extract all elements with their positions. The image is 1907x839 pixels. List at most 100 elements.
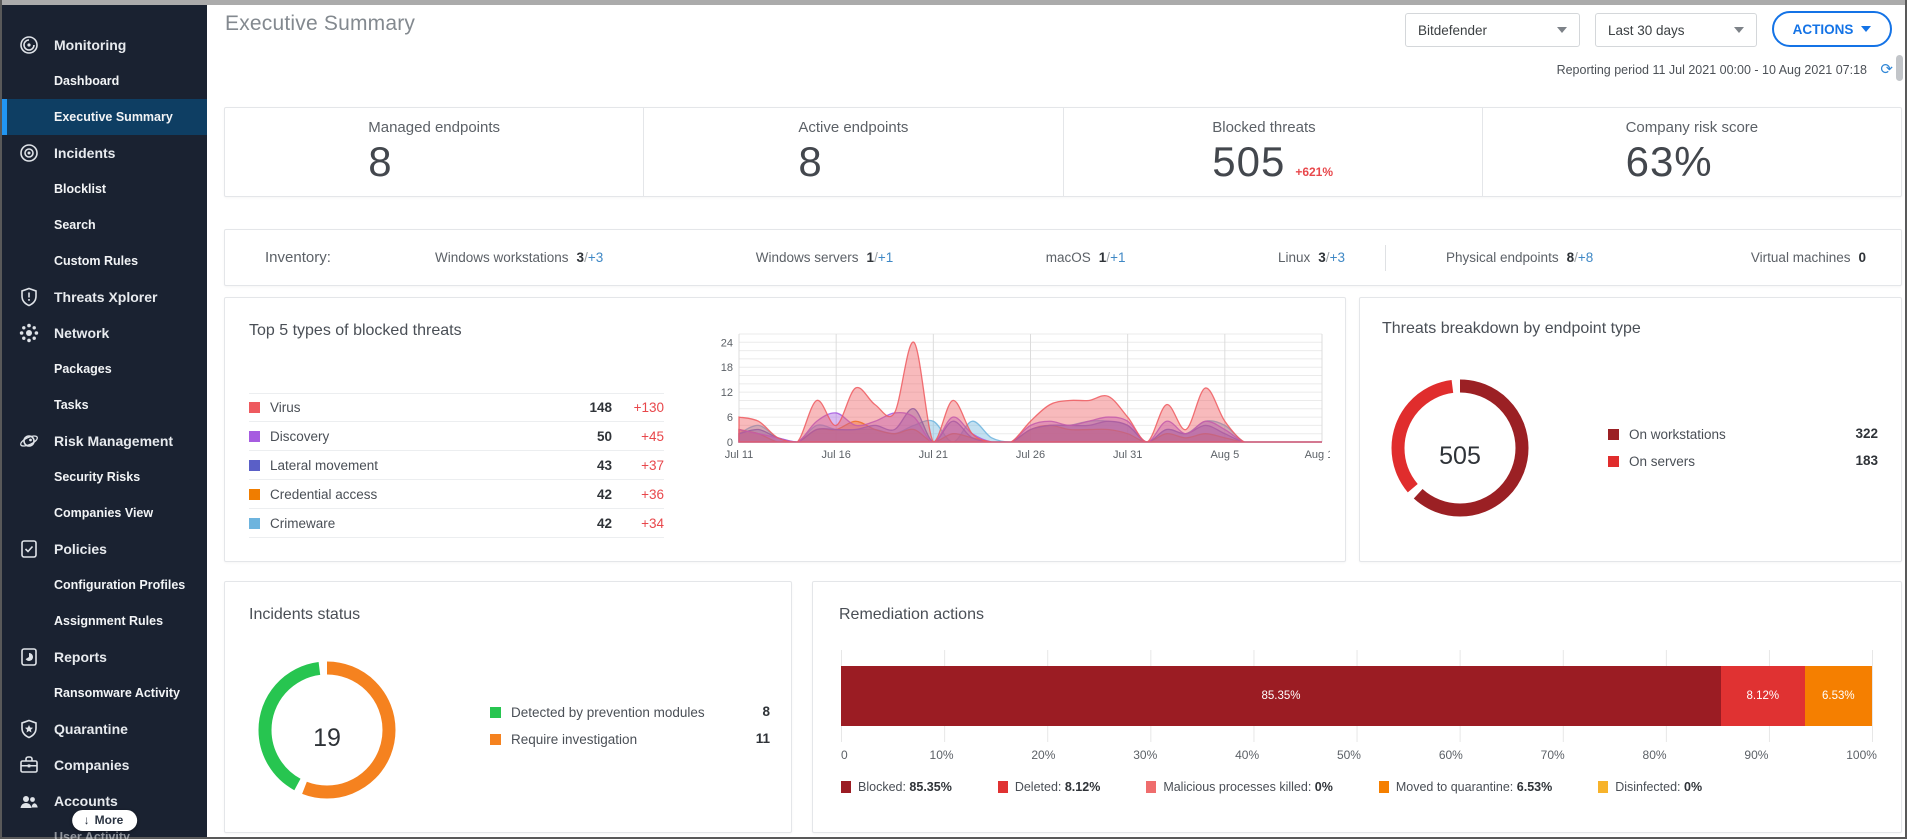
- threats-xplorer-icon: [18, 286, 40, 308]
- svg-text:Aug 10: Aug 10: [1305, 449, 1330, 461]
- remediation-legend: Blocked: 85.35%Deleted: 8.12%Malicious p…: [841, 780, 1702, 794]
- legend-label: Moved to quarantine: 6.53%: [1396, 780, 1552, 794]
- incidents-status-total: 19: [245, 724, 409, 753]
- inventory-items: Windows workstations3/+3Windows servers1…: [435, 250, 1385, 265]
- inventory-item-value: 0: [1858, 250, 1866, 265]
- sidebar-item-tasks[interactable]: Tasks: [2, 387, 207, 423]
- inventory-card: Inventory: Windows workstations3/+3Windo…: [224, 229, 1902, 286]
- remediation-bar-plot: 85.35%8.12%6.53%: [841, 650, 1873, 742]
- refresh-icon[interactable]: ⟳: [1880, 60, 1893, 78]
- svg-text:24: 24: [721, 337, 733, 349]
- period-select[interactable]: Last 30 days: [1595, 13, 1757, 47]
- sidebar-item-network[interactable]: Network: [2, 315, 207, 351]
- svg-text:12: 12: [721, 387, 733, 399]
- chevron-down-icon: [1557, 27, 1567, 33]
- stat-company-risk-score: Company risk score63%: [1483, 108, 1901, 196]
- sidebar-item-incidents[interactable]: Incidents: [2, 135, 207, 171]
- legend-value: 8: [762, 704, 770, 719]
- inventory-delta: +3: [588, 250, 603, 265]
- sidebar-item-assignment-rules[interactable]: Assignment Rules: [2, 603, 207, 639]
- legend-label: On servers: [1629, 453, 1843, 471]
- svg-text:Jul 11: Jul 11: [725, 449, 754, 461]
- inventory-item-windows-workstations: Windows workstations3/+3: [435, 250, 603, 265]
- sidebar-item-policies[interactable]: Policies: [2, 531, 207, 567]
- sidebar-item-custom-rules[interactable]: Custom Rules: [2, 243, 207, 279]
- sidebar-item-label: Ransomware Activity: [54, 686, 180, 700]
- legend-label: Detected by prevention modules: [511, 704, 750, 722]
- sidebar-item-dashboard[interactable]: Dashboard: [2, 63, 207, 99]
- legend-swatch: [1608, 456, 1619, 467]
- inventory-item-physical-endpoints: Physical endpoints8/+8: [1446, 250, 1593, 265]
- quarantine-icon: [18, 718, 40, 740]
- legend-value: 42: [562, 516, 612, 531]
- sidebar-item-threats-xplorer[interactable]: Threats Xplorer: [2, 279, 207, 315]
- legend-swatch: [1146, 781, 1156, 793]
- svg-text:6: 6: [727, 412, 733, 424]
- sidebar-item-security-risks[interactable]: Security Risks: [2, 459, 207, 495]
- remediation-actions-title: Remediation actions: [839, 606, 984, 624]
- axis-tick-label: 10%: [930, 748, 954, 762]
- stat-inner: Blocked threats505+621%: [1212, 119, 1333, 186]
- risk-management-icon: [18, 430, 40, 452]
- legend-value: 183: [1855, 453, 1878, 468]
- inventory-count: 0: [1858, 250, 1866, 265]
- stat-label: Company risk score: [1626, 119, 1759, 136]
- svg-text:Jul 21: Jul 21: [919, 449, 948, 461]
- period-select-value: Last 30 days: [1608, 23, 1685, 38]
- legend-label: Lateral movement: [270, 458, 562, 473]
- sidebar-item-ransomware-activity[interactable]: Ransomware Activity: [2, 675, 207, 711]
- sidebar-item-label: Quarantine: [54, 721, 128, 737]
- chevron-down-icon: [1861, 26, 1871, 32]
- bar-segment-moved-to-quarantine: 6.53%: [1805, 666, 1872, 726]
- legend-value: 0%: [1684, 780, 1702, 794]
- sidebar-item-label: Threats Xplorer: [54, 289, 157, 305]
- policies-icon: [18, 538, 40, 560]
- stat-label: Blocked threats: [1212, 119, 1333, 136]
- sidebar-item-label: Incidents: [54, 145, 115, 161]
- sidebar-item-blocklist[interactable]: Blocklist: [2, 171, 207, 207]
- legend-label: Disinfected: 0%: [1615, 780, 1702, 794]
- threat-legend-row-crimeware: Crimeware42+34: [249, 509, 664, 538]
- sidebar-item-packages[interactable]: Packages: [2, 351, 207, 387]
- sidebar-item-executive-summary[interactable]: Executive Summary: [2, 99, 207, 135]
- inventory-count: 8: [1567, 250, 1575, 265]
- axis-tick-label: 70%: [1541, 748, 1565, 762]
- legend-item-malicious-processes-killed: Malicious processes killed: 0%: [1146, 780, 1333, 794]
- stat-inner: Company risk score63%: [1626, 119, 1759, 186]
- axis-tick-label: 90%: [1744, 748, 1768, 762]
- sidebar-item-configuration-profiles[interactable]: Configuration Profiles: [2, 567, 207, 603]
- sidebar-item-search[interactable]: Search: [2, 207, 207, 243]
- inventory-right-items: Physical endpoints8/+8 Virtual machines 0: [1446, 250, 1866, 265]
- sidebar-item-risk-management[interactable]: Risk Management: [2, 423, 207, 459]
- sidebar-item-monitoring[interactable]: Monitoring: [2, 27, 207, 63]
- reporting-period-text: Reporting period 11 Jul 2021 00:00 - 10 …: [1557, 63, 1867, 77]
- company-select[interactable]: Bitdefender: [1405, 13, 1580, 47]
- legend-label: Crimeware: [270, 516, 562, 531]
- bar-segment-blocked: 85.35%: [841, 666, 1721, 726]
- top-threats-legend: Virus148+130Discovery50+45Lateral moveme…: [249, 393, 664, 538]
- inventory-item-label: Virtual machines: [1751, 250, 1851, 265]
- scrollbar-thumb[interactable]: [1896, 55, 1903, 81]
- legend-swatch: [249, 460, 260, 471]
- legend-value: 6.53%: [1517, 780, 1552, 794]
- legend-delta: +130: [612, 400, 664, 415]
- threat-legend-row-virus: Virus148+130: [249, 393, 664, 422]
- legend-item-disinfected: Disinfected: 0%: [1598, 780, 1702, 794]
- stat-value-row: 8: [798, 138, 908, 186]
- main-content: Executive Summary Bitdefender Last 30 da…: [207, 5, 1905, 837]
- inventory-item-label: Linux: [1278, 250, 1310, 265]
- legend-value: 42: [562, 487, 612, 502]
- sidebar-item-label: Search: [54, 218, 96, 232]
- sidebar-item-reports[interactable]: Reports: [2, 639, 207, 675]
- actions-button[interactable]: ACTIONS: [1772, 11, 1892, 47]
- sidebar-item-companies[interactable]: Companies: [2, 747, 207, 783]
- inventory-item-value: 8/+8: [1567, 250, 1594, 265]
- summary-stats-card: Managed endpoints8Active endpoints8Block…: [224, 107, 1902, 197]
- legend-label: Deleted: 8.12%: [1015, 780, 1100, 794]
- sidebar-item-label: Policies: [54, 541, 107, 557]
- sidebar-item-companies-view[interactable]: Companies View: [2, 495, 207, 531]
- legend-swatch: [490, 707, 501, 718]
- page-title: Executive Summary: [225, 12, 415, 36]
- sidebar-item-quarantine[interactable]: Quarantine: [2, 711, 207, 747]
- sidebar-more-button[interactable]: ↓ More: [72, 810, 138, 831]
